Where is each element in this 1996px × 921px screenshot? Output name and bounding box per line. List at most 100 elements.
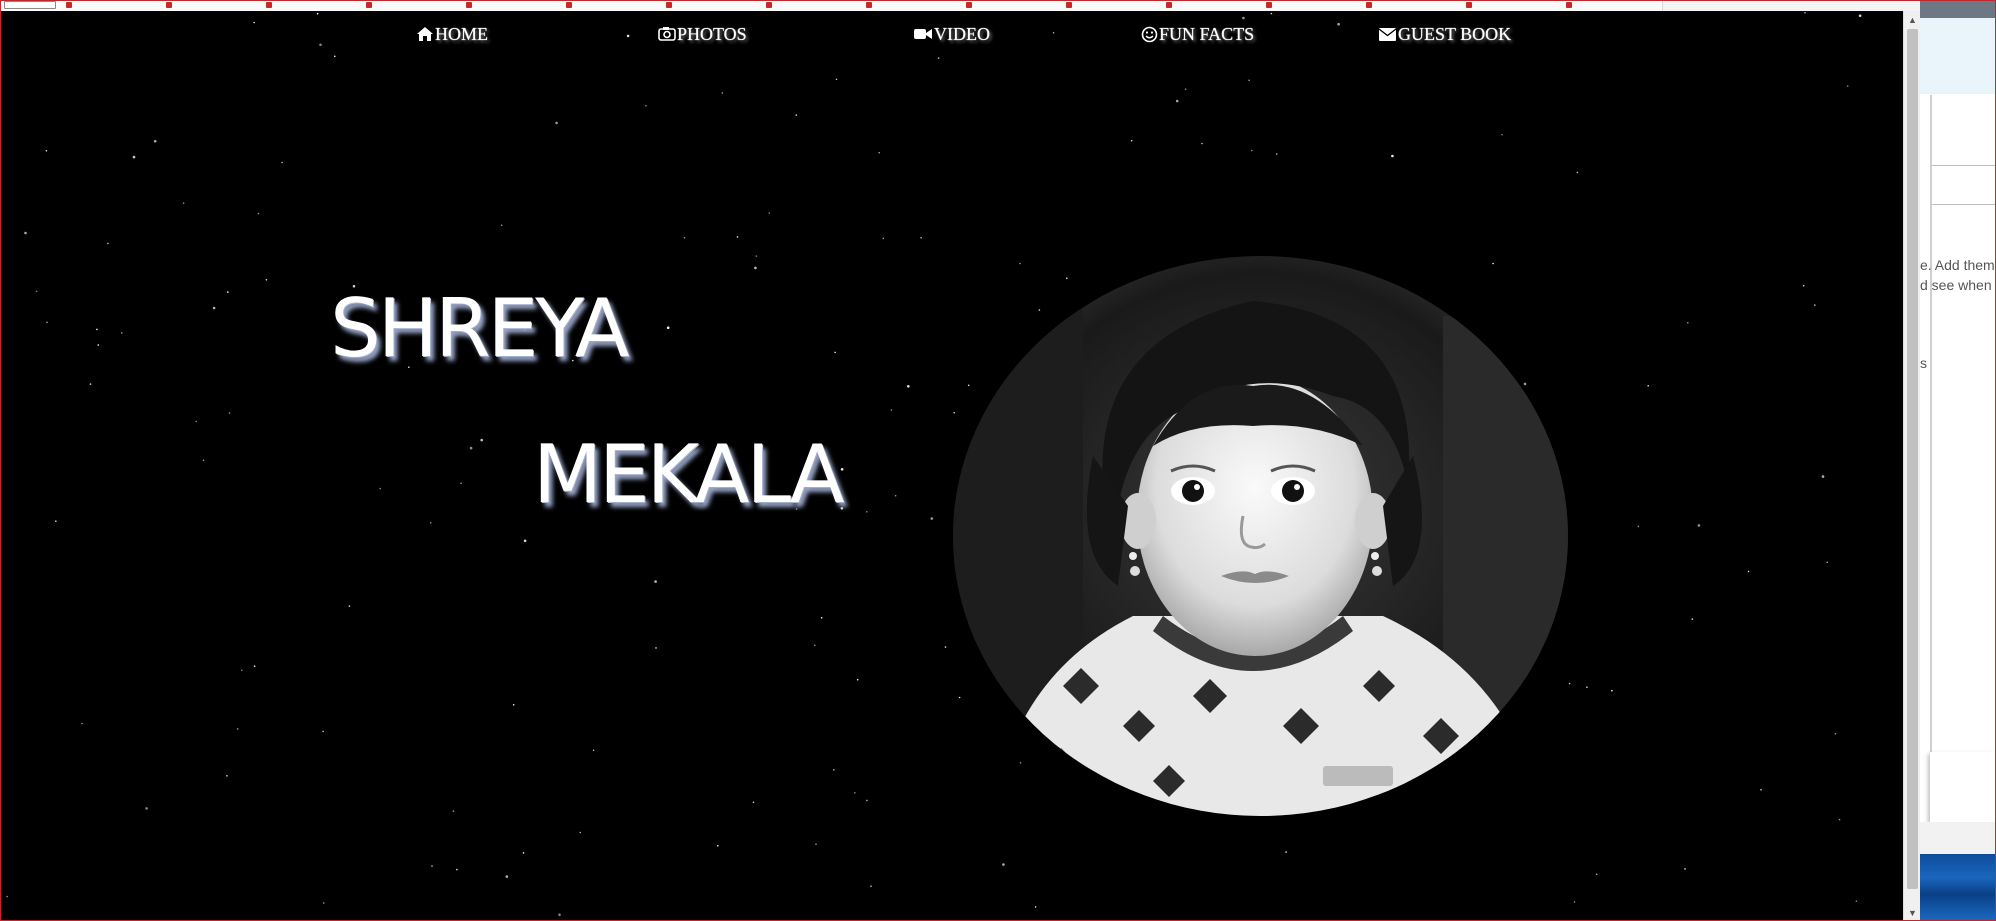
smiley-icon — [1141, 26, 1158, 42]
star-dot — [815, 843, 817, 845]
side-panel-card — [1930, 752, 1996, 822]
star-dot — [1747, 570, 1750, 573]
browser-tab[interactable] — [462, 0, 563, 11]
page-scrollbar[interactable]: ▲ ▼ — [1903, 11, 1921, 921]
star-dot — [334, 55, 336, 58]
tab-favicon-icon — [166, 2, 172, 8]
nav-home-label: HOME — [435, 24, 488, 44]
side-panel: e. Add them d see when s — [1920, 0, 1996, 921]
star-dot — [654, 580, 657, 583]
tab-favicon-icon — [866, 2, 872, 8]
browser-tab[interactable] — [962, 0, 1063, 11]
star-dot — [182, 202, 185, 204]
nav-video-link[interactable]: VIDEO — [913, 23, 990, 45]
star-dot — [6, 895, 8, 898]
star-dot — [253, 665, 256, 667]
star-dot — [754, 266, 757, 270]
browser-tab[interactable] — [1262, 0, 1363, 11]
star-dot — [930, 517, 934, 520]
star-dot — [555, 121, 558, 125]
nav-photos-link[interactable]: PHOTOS — [658, 23, 747, 45]
browser-tab[interactable] — [1062, 0, 1163, 11]
star-dot — [265, 279, 268, 281]
browser-tab[interactable] — [262, 0, 363, 11]
star-dot — [480, 438, 484, 442]
browser-tab[interactable] — [1162, 0, 1263, 11]
scroll-up-arrow-icon[interactable]: ▲ — [1904, 11, 1921, 28]
side-panel-banner — [1920, 18, 1996, 94]
star-dot — [1038, 309, 1041, 311]
star-dot — [512, 704, 515, 706]
browser-tab[interactable] — [862, 0, 963, 11]
star-dot — [452, 810, 455, 812]
star-dot — [1184, 88, 1187, 90]
star-dot — [1501, 133, 1503, 136]
star-dot — [937, 57, 940, 59]
browser-tab[interactable] — [362, 0, 463, 11]
first-name-heading: SHREYA — [330, 282, 629, 375]
star-dot — [121, 332, 123, 334]
browser-tab[interactable] — [562, 0, 663, 11]
side-panel-header — [1920, 0, 1996, 18]
star-dot — [226, 775, 228, 777]
star-dot — [241, 669, 243, 672]
star-dot — [429, 522, 432, 524]
child-portrait-image — [953, 256, 1568, 816]
star-dot — [1821, 475, 1825, 478]
star-dot — [755, 255, 758, 257]
star-dot — [834, 351, 836, 354]
tab-favicon-icon — [1066, 2, 1072, 8]
tab-favicon-icon — [366, 2, 372, 8]
star-dot — [1576, 171, 1579, 174]
star-dot — [878, 151, 880, 154]
nav-guest-book-link[interactable]: GUEST BOOK — [1378, 23, 1511, 45]
scroll-down-arrow-icon[interactable]: ▼ — [1904, 904, 1921, 921]
browser-tab-active[interactable] — [0, 0, 63, 11]
tab-favicon-icon — [1166, 2, 1172, 8]
browser-tab[interactable] — [1462, 0, 1563, 11]
video-camera-icon — [914, 29, 932, 39]
star-dot — [907, 385, 910, 388]
star-dot — [1251, 149, 1253, 152]
star-dot — [132, 155, 136, 159]
browser-tab[interactable] — [162, 0, 263, 11]
star-dot — [456, 868, 458, 871]
browser-tab[interactable] — [62, 0, 163, 11]
nav-home-link[interactable]: HOME — [416, 23, 488, 45]
top-navigation: HOME PHOTOS VIDEO FUN FACTS GUEST BOOK — [0, 11, 1903, 55]
browser-tab[interactable] — [1362, 0, 1463, 11]
star-dot — [894, 494, 897, 497]
star-dot — [1201, 142, 1203, 145]
star-dot — [958, 696, 961, 699]
browser-tab[interactable] — [762, 0, 863, 11]
star-dot — [257, 212, 260, 215]
star-dot — [153, 139, 157, 143]
browser-tab[interactable] — [662, 0, 763, 11]
star-dot — [81, 722, 83, 725]
star-dot — [795, 114, 798, 116]
star-dot — [1285, 851, 1287, 853]
star-dot — [1573, 901, 1576, 903]
starfield-background — [0, 11, 1862, 916]
scrollbar-thumb[interactable] — [1907, 29, 1918, 889]
tab-favicon-icon — [666, 2, 672, 8]
star-dot — [717, 845, 719, 847]
star-dot — [379, 487, 382, 490]
browser-tab[interactable] — [1562, 0, 1663, 11]
star-dot — [227, 291, 229, 293]
star-dot — [882, 237, 885, 240]
star-dot — [1846, 85, 1849, 87]
star-dot — [736, 236, 739, 238]
tab-favicon-icon — [4, 1, 56, 9]
star-dot — [768, 212, 771, 214]
tab-favicon-icon — [1566, 2, 1572, 8]
star-dot — [281, 161, 283, 164]
star-dot — [500, 224, 503, 226]
star-dot — [348, 605, 351, 607]
side-panel-text-line: s — [1920, 355, 1927, 371]
star-dot — [523, 539, 527, 543]
nav-fun-facts-link[interactable]: FUN FACTS — [1141, 23, 1254, 45]
star-dot — [1691, 618, 1694, 620]
tab-favicon-icon — [1466, 2, 1472, 8]
star-dot — [1523, 382, 1527, 386]
